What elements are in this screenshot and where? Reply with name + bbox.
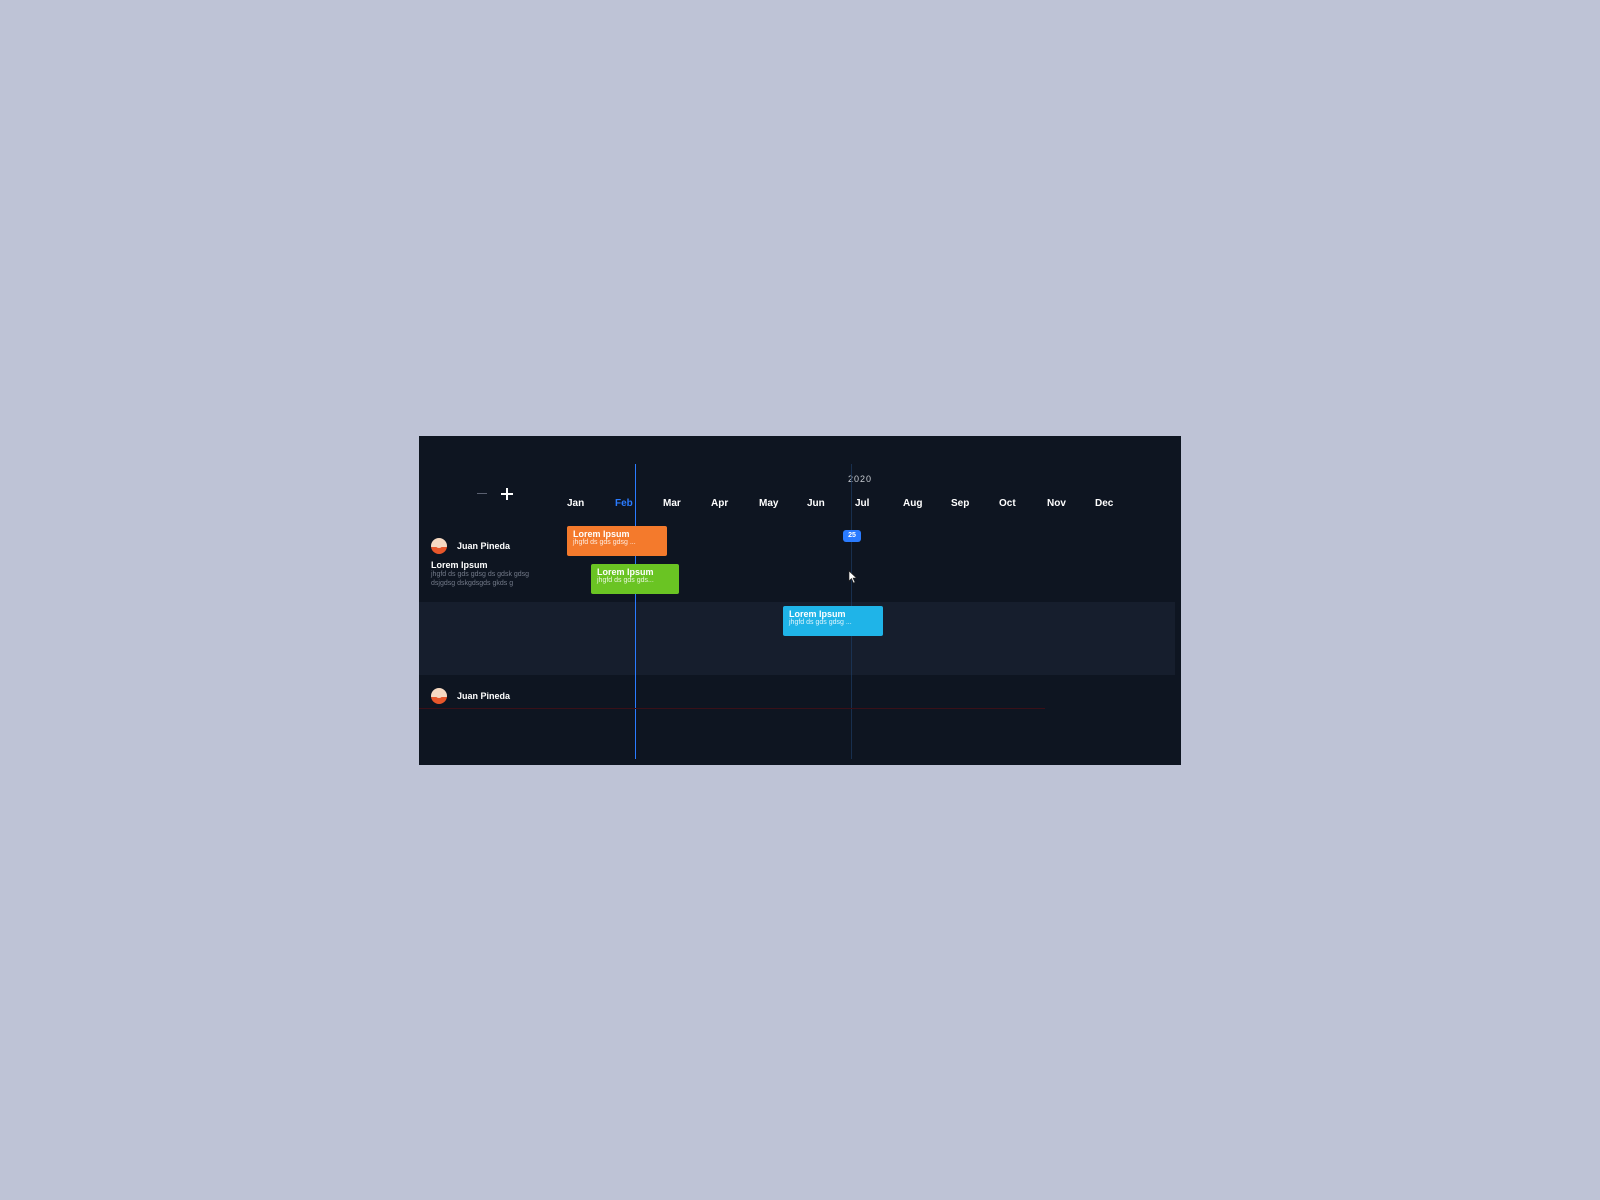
event-subtitle: jhgfd ds gds gds... <box>597 577 673 584</box>
month-jun[interactable]: Jun <box>807 498 855 509</box>
timeline-event[interactable]: Lorem Ipsum jhgfd ds gds gds... <box>591 564 679 594</box>
month-feb[interactable]: Feb <box>615 498 663 509</box>
month-sep[interactable]: Sep <box>951 498 999 509</box>
date-badge[interactable]: 25 <box>843 530 861 542</box>
timeline-event[interactable]: Lorem Ipsum jhgfd ds gds gdsg ... <box>783 606 883 636</box>
zoom-in-icon[interactable] <box>501 488 513 500</box>
month-dec[interactable]: Dec <box>1095 498 1143 509</box>
month-apr[interactable]: Apr <box>711 498 759 509</box>
toolbar <box>477 488 513 500</box>
avatar-icon <box>431 688 447 704</box>
month-mar[interactable]: Mar <box>663 498 711 509</box>
month-jan[interactable]: Jan <box>567 498 615 509</box>
task-desc: jhgfd ds gds gdsg ds gdsk gdsg dsjgdsg d… <box>431 570 555 588</box>
user-row[interactable]: Juan Pineda <box>419 534 567 558</box>
event-title: Lorem Ipsum <box>597 567 673 578</box>
month-oct[interactable]: Oct <box>999 498 1047 509</box>
month-aug[interactable]: Aug <box>903 498 951 509</box>
month-jul[interactable]: Jul <box>855 498 903 509</box>
event-title: Lorem Ipsum <box>789 609 877 620</box>
event-title: Lorem Ipsum <box>573 529 661 540</box>
task-title: Lorem Ipsum <box>431 560 567 570</box>
event-subtitle: jhgfd ds gds gdsg ... <box>789 619 877 626</box>
timeline-event[interactable]: Lorem Ipsum jhgfd ds gds gdsg ... <box>567 526 667 556</box>
month-may[interactable]: May <box>759 498 807 509</box>
months-header: Jan Feb Mar Apr May Jun Jul Aug Sep Oct … <box>567 498 1175 509</box>
event-subtitle: jhgfd ds gds gdsg ... <box>573 539 661 546</box>
app-window: 2020 Jan Feb Mar Apr May Jun Jul Aug Sep… <box>419 436 1181 765</box>
divider-line <box>419 708 1045 709</box>
user-name: Juan Pineda <box>457 541 510 551</box>
cursor-icon <box>848 570 856 582</box>
timeline-grid[interactable]: 25 Lorem Ipsum jhgfd ds gds gdsg ... Lor… <box>567 520 1175 759</box>
current-month-line <box>635 464 636 759</box>
user-name: Juan Pineda <box>457 691 510 701</box>
zoom-out-icon[interactable] <box>477 493 487 494</box>
task-block: Lorem Ipsum jhgfd ds gds gdsg ds gdsk gd… <box>419 558 567 592</box>
avatar-icon <box>431 538 447 554</box>
user-row[interactable]: Juan Pineda <box>419 684 567 708</box>
month-nov[interactable]: Nov <box>1047 498 1095 509</box>
